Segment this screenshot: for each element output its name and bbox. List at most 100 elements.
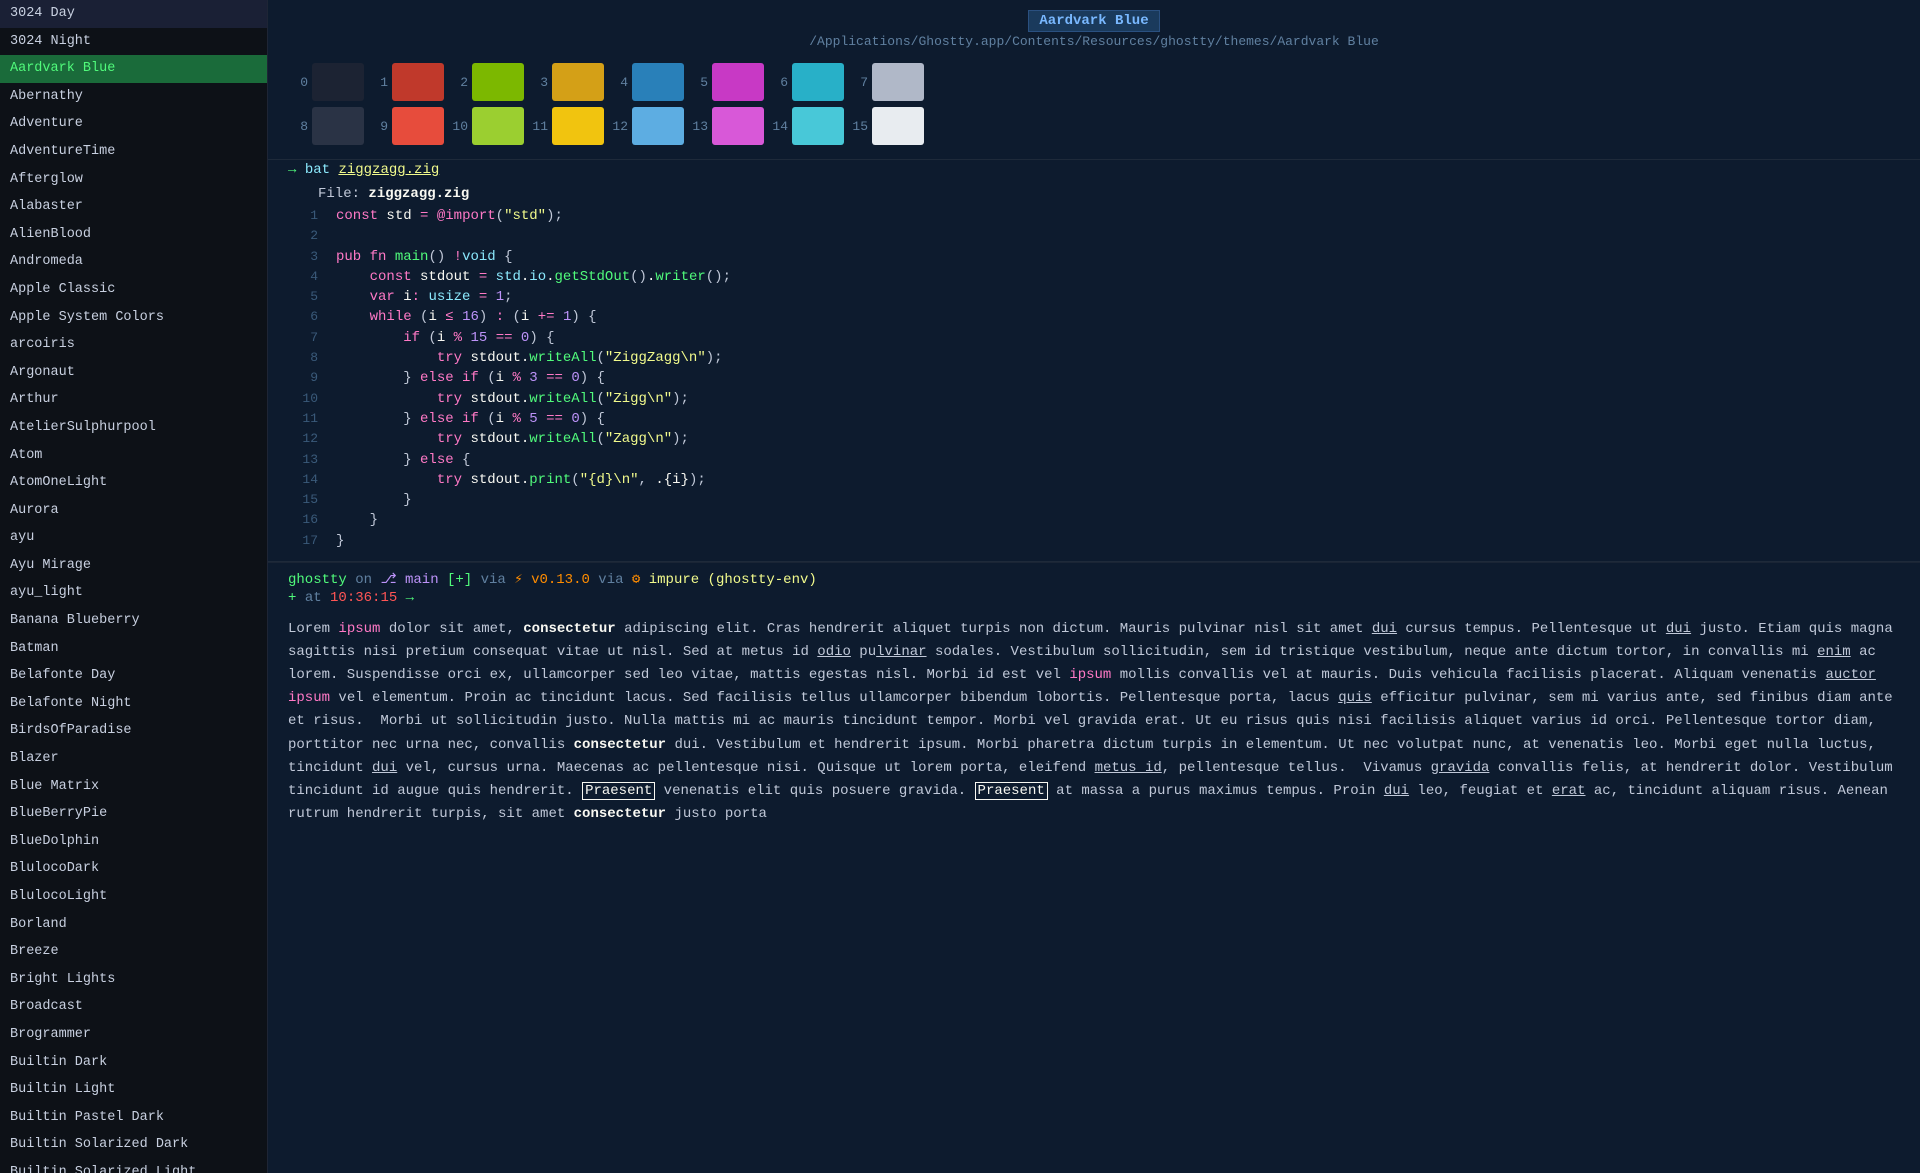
sidebar-item-blueberrypie[interactable]: BlueBerryPie: [0, 800, 267, 828]
sidebar-item-builtin-dark[interactable]: Builtin Dark: [0, 1049, 267, 1077]
sidebar-item-ayu[interactable]: ayu: [0, 524, 267, 552]
sidebar-item-belafonte-night[interactable]: Belafonte Night: [0, 690, 267, 718]
code-area: 1 const std = @import("std"); 2 3 pub fn…: [268, 206, 1920, 561]
sidebar-item-builtin-solarized-dark[interactable]: Builtin Solarized Dark: [0, 1131, 267, 1159]
shell-prompt: ghostty on ⎇ main [+] via ⚡ v0.13.0 via …: [268, 562, 1920, 608]
code-line: 3 pub fn main() !void {: [268, 247, 1920, 267]
lorem-bold-3: consectetur: [574, 806, 666, 822]
sidebar-item-belafonte-day[interactable]: Belafonte Day: [0, 662, 267, 690]
line-number: 14: [288, 470, 318, 490]
sidebar-item-adventuretime[interactable]: AdventureTime: [0, 138, 267, 166]
lorem-underline-10: dui: [1384, 783, 1409, 799]
swatch-label: 8: [288, 119, 308, 134]
sidebar-item-atom[interactable]: Atom: [0, 442, 267, 470]
sidebar-item-arcoiris[interactable]: arcoiris: [0, 331, 267, 359]
line-number: 13: [288, 450, 318, 470]
code-content: try stdout.writeAll("Zagg\n");: [336, 429, 1900, 449]
lorem-text: Lorem ipsum dolor sit amet, consectetur …: [268, 608, 1920, 846]
swatch-item: 0: [288, 63, 364, 101]
sidebar-item-apple-classic[interactable]: Apple Classic: [0, 276, 267, 304]
sidebar-item-borland[interactable]: Borland: [0, 911, 267, 939]
lorem-underline-pulvinar: lvinar: [876, 644, 926, 660]
shell-via2: via: [598, 572, 632, 588]
sidebar-item-batman[interactable]: Batman: [0, 635, 267, 663]
terminal-area[interactable]: → bat ziggzagg.zig File: ziggzagg.zig 1 …: [268, 160, 1920, 1173]
swatch-color: [632, 107, 684, 145]
sidebar-item-ayu_light[interactable]: ayu_light: [0, 579, 267, 607]
swatch-color: [792, 107, 844, 145]
theme-sidebar: 3024 Day3024 NightAardvark BlueAbernathy…: [0, 0, 268, 1173]
shell-line-1: ghostty on ⎇ main [+] via ⚡ v0.13.0 via …: [288, 571, 1900, 588]
sidebar-item-bluedolphin[interactable]: BlueDolphin: [0, 828, 267, 856]
swatch-item: 8: [288, 107, 364, 145]
theme-name-badge: Aardvark Blue: [1028, 10, 1159, 32]
theme-header: Aardvark Blue /Applications/Ghostty.app/…: [268, 0, 1920, 53]
sidebar-item-blue-matrix[interactable]: Blue Matrix: [0, 773, 267, 801]
sidebar-item-birdsofparadise[interactable]: BirdsOfParadise: [0, 717, 267, 745]
swatch-row-1: 01234567: [288, 63, 1900, 101]
shell-env: impure (ghostty-env): [649, 572, 817, 588]
sidebar-item-broadcast[interactable]: Broadcast: [0, 993, 267, 1021]
sidebar-item-blazer[interactable]: Blazer: [0, 745, 267, 773]
code-line: 15 }: [268, 490, 1920, 510]
sidebar-item-ayu-mirage[interactable]: Ayu Mirage: [0, 552, 267, 580]
line-number: 5: [288, 287, 318, 307]
swatch-color: [872, 107, 924, 145]
sidebar-item-3024-night[interactable]: 3024 Night: [0, 28, 267, 56]
main-content: Aardvark Blue /Applications/Ghostty.app/…: [268, 0, 1920, 1173]
line-number: 7: [288, 328, 318, 348]
sidebar-item-abernathy[interactable]: Abernathy: [0, 83, 267, 111]
lorem-underline-2: dui: [1666, 621, 1691, 637]
sidebar-item-afterglow[interactable]: Afterglow: [0, 166, 267, 194]
line-number: 11: [288, 409, 318, 429]
swatch-color: [312, 107, 364, 145]
line-number: 9: [288, 368, 318, 388]
shell-zig-version: v0.13.0: [531, 572, 598, 588]
swatch-label: 0: [288, 75, 308, 90]
sidebar-item-banana-blueberry[interactable]: Banana Blueberry: [0, 607, 267, 635]
sidebar-item-bright-lights[interactable]: Bright Lights: [0, 966, 267, 994]
sidebar-item-builtin-pastel-dark[interactable]: Builtin Pastel Dark: [0, 1104, 267, 1132]
swatch-label: 9: [368, 119, 388, 134]
code-content: var i: usize = 1;: [336, 287, 1900, 307]
line-number: 16: [288, 510, 318, 530]
sidebar-item-blulocodark[interactable]: BlulocoDark: [0, 855, 267, 883]
sidebar-item-atomonelight[interactable]: AtomOneLight: [0, 469, 267, 497]
lorem-ipsum-3: ipsum: [288, 690, 330, 706]
sidebar-item-aurora[interactable]: Aurora: [0, 497, 267, 525]
code-line: 16 }: [268, 510, 1920, 530]
code-content: }: [336, 490, 1900, 510]
sidebar-item-builtin-light[interactable]: Builtin Light: [0, 1076, 267, 1104]
line-number: 3: [288, 247, 318, 267]
lorem-underline-11: erat: [1552, 783, 1586, 799]
swatch-item: 11: [528, 107, 604, 145]
sidebar-item-breeze[interactable]: Breeze: [0, 938, 267, 966]
sidebar-item-argonaut[interactable]: Argonaut: [0, 359, 267, 387]
swatch-color: [872, 63, 924, 101]
shell-time: 10:36:15: [330, 590, 397, 606]
sidebar-item-arthur[interactable]: Arthur: [0, 386, 267, 414]
sidebar-item-aardvark-blue[interactable]: Aardvark Blue: [0, 55, 267, 83]
swatch-color: [552, 107, 604, 145]
lorem-underline-4: enim: [1817, 644, 1851, 660]
swatch-item: 5: [688, 63, 764, 101]
lorem-underline-7: dui: [372, 760, 397, 776]
sidebar-item-3024-day[interactable]: 3024 Day: [0, 0, 267, 28]
sidebar-item-alabaster[interactable]: Alabaster: [0, 193, 267, 221]
swatch-item: 10: [448, 107, 524, 145]
swatch-color: [392, 107, 444, 145]
swatch-label: 4: [608, 75, 628, 90]
sidebar-item-adventure[interactable]: Adventure: [0, 110, 267, 138]
sidebar-item-blulocolight[interactable]: BlulocoLight: [0, 883, 267, 911]
lorem-underline-5: auctor: [1825, 667, 1875, 683]
sidebar-item-ateliersulphurpool[interactable]: AtelierSulphurpool: [0, 414, 267, 442]
sidebar-item-brogrammer[interactable]: Brogrammer: [0, 1021, 267, 1049]
code-content: try stdout.writeAll("ZiggZagg\n");: [336, 348, 1900, 368]
shell-gear-icon: ⚙: [632, 572, 640, 588]
sidebar-item-alienblood[interactable]: AlienBlood: [0, 221, 267, 249]
sidebar-item-builtin-solarized-light[interactable]: Builtin Solarized Light: [0, 1159, 267, 1173]
sidebar-item-apple-system-colors[interactable]: Apple System Colors: [0, 304, 267, 332]
sidebar-item-andromeda[interactable]: Andromeda: [0, 248, 267, 276]
shell-branch: main: [405, 572, 447, 588]
line-number: 8: [288, 348, 318, 368]
